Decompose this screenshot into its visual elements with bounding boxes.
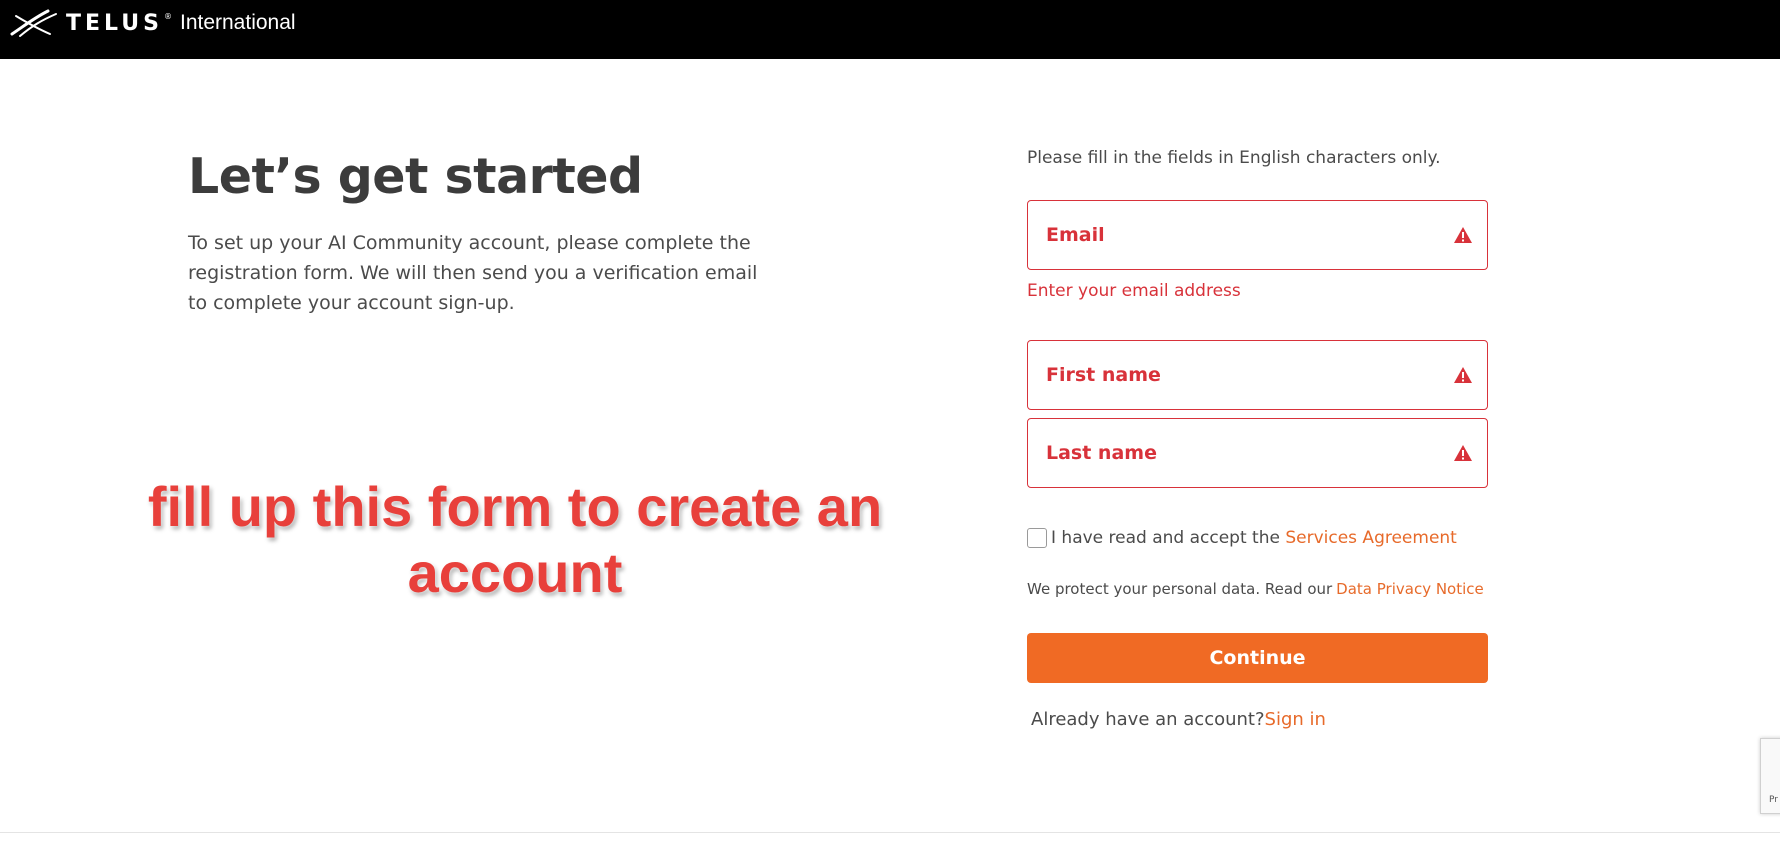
last-name-input[interactable] [1028, 419, 1487, 487]
continue-button[interactable]: Continue [1027, 633, 1488, 683]
recaptcha-text: Pr [1769, 795, 1778, 805]
services-agreement-checkbox[interactable] [1027, 528, 1047, 548]
annotation-overlay-text: fill up this form to create an account [147, 475, 883, 604]
email-error-message: Enter your email address [1027, 281, 1241, 301]
logo-subtitle: International [179, 11, 296, 34]
services-agreement-label: I have read and accept the Services Agre… [1051, 528, 1457, 548]
recaptcha-badge[interactable]: Pr [1760, 738, 1780, 814]
logo-wordmark: TELUS [66, 10, 163, 36]
warning-triangle-icon [1454, 445, 1472, 461]
data-privacy-notice-link[interactable]: Data Privacy Notice [1336, 580, 1484, 598]
top-bar: TELUS ® International [0, 0, 1780, 59]
first-name-input[interactable] [1028, 341, 1487, 409]
email-input[interactable] [1028, 201, 1487, 269]
services-agreement-row: I have read and accept the Services Agre… [1027, 528, 1457, 548]
first-name-field [1027, 340, 1488, 410]
footer-divider [0, 832, 1780, 833]
signin-prompt: Already have an account?Sign in [1031, 709, 1326, 730]
services-agreement-link[interactable]: Services Agreement [1285, 528, 1457, 548]
page-title: Let’s get started [188, 148, 643, 205]
sign-in-link[interactable]: Sign in [1265, 709, 1326, 730]
telus-logo-icon [10, 9, 57, 37]
signin-text: Already have an account? [1031, 709, 1265, 730]
warning-triangle-icon [1454, 367, 1472, 383]
telus-logo[interactable]: TELUS ® International [10, 6, 296, 40]
privacy-text: We protect your personal data. Read our [1027, 580, 1333, 598]
warning-triangle-icon [1454, 227, 1472, 243]
page-description: To set up your AI Community account, ple… [188, 232, 758, 314]
email-field [1027, 200, 1488, 270]
logo-registered-mark: ® [163, 12, 172, 21]
form-instructions: Please fill in the fields in English cha… [1027, 148, 1441, 168]
privacy-notice: We protect your personal data. Read our D… [1027, 580, 1484, 598]
last-name-field [1027, 418, 1488, 488]
services-agreement-text: I have read and accept the [1051, 528, 1286, 548]
